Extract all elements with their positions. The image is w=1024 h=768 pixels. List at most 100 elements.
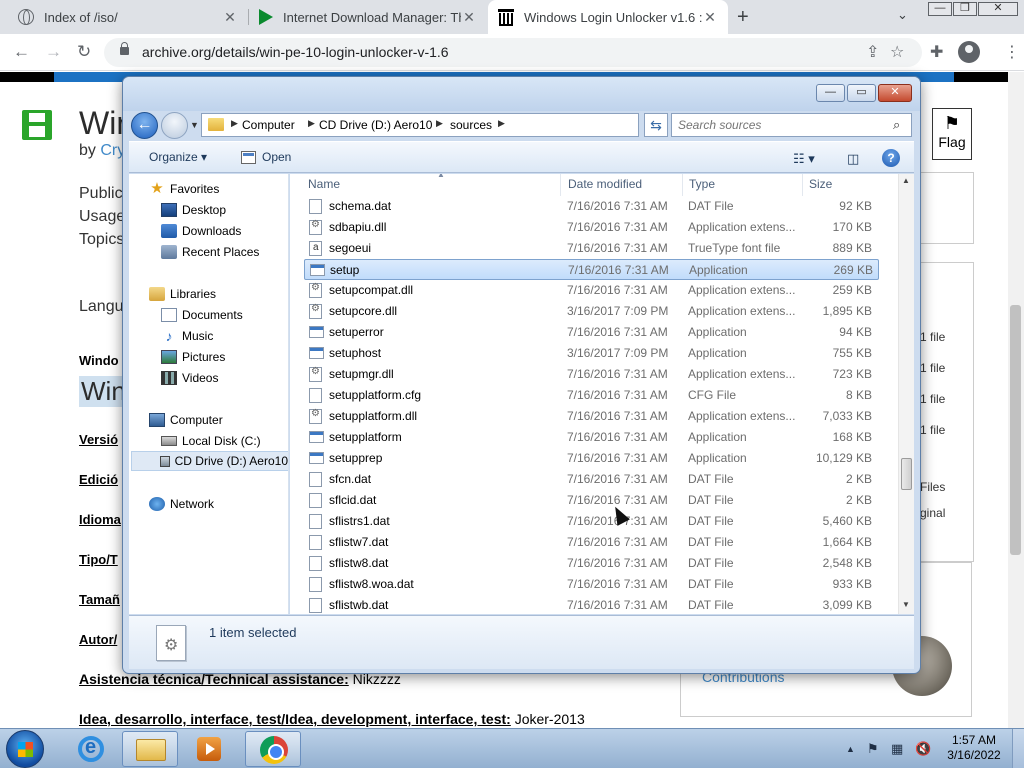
nav-network[interactable]: Network bbox=[149, 494, 214, 514]
browser-minimize-button[interactable]: — bbox=[928, 2, 952, 16]
browser-restore-button[interactable]: ❐ bbox=[953, 2, 977, 16]
file-row[interactable]: sflcid.dat 7/16/2016 7:31 AM DAT File 2 KB bbox=[304, 490, 879, 511]
column-header-type[interactable]: Type bbox=[683, 174, 803, 196]
help-icon[interactable]: ? bbox=[882, 149, 900, 167]
breadcrumb-separator[interactable]: ▶ bbox=[308, 118, 315, 129]
download-count[interactable]: 1 file bbox=[920, 330, 945, 344]
nav-local-disk[interactable]: Local Disk (C:) bbox=[161, 431, 261, 451]
file-list-scrollbar-thumb[interactable] bbox=[901, 458, 912, 490]
column-header-name[interactable]: Name ▲ bbox=[302, 174, 561, 196]
nav-cd-drive[interactable]: CD Drive (D:) Aero10 bbox=[131, 451, 288, 471]
new-tab-button[interactable]: + bbox=[737, 6, 749, 29]
nav-recent-places[interactable]: Recent Places bbox=[161, 242, 259, 262]
file-row[interactable]: setupcompat.dll 7/16/2016 7:31 AM Applicat… bbox=[304, 280, 879, 301]
explorer-address-bar[interactable]: ▶ Computer ▶ CD Drive (D:) Aero10 ▶ sour… bbox=[201, 113, 713, 137]
tab-windows-login-unlocker[interactable]: Windows Login Unlocker v1.6 : C ✕ bbox=[488, 0, 728, 34]
explorer-forward-button[interactable] bbox=[161, 112, 188, 139]
nav-desktop[interactable]: Desktop bbox=[161, 200, 226, 220]
open-icon[interactable] bbox=[241, 151, 256, 164]
download-count[interactable]: 1 file bbox=[920, 423, 945, 437]
breadcrumb-separator[interactable]: ▶ bbox=[231, 118, 238, 129]
scroll-up-arrow-icon[interactable]: ▲ bbox=[902, 176, 910, 185]
tab-idm[interactable]: Internet Download Manager: The ✕ bbox=[249, 0, 487, 34]
start-button[interactable] bbox=[6, 730, 44, 768]
tab-index-iso[interactable]: Index of /iso/ ✕ bbox=[8, 0, 248, 34]
breadcrumb-computer[interactable]: Computer bbox=[242, 118, 295, 132]
organize-button[interactable]: Organize ▾ bbox=[149, 150, 207, 164]
close-tab-icon[interactable]: ✕ bbox=[461, 9, 477, 26]
file-row[interactable]: sflistwb.dat 7/16/2016 7:31 AM DAT File 3,0… bbox=[304, 595, 879, 614]
network-tray-icon[interactable]: ▦ bbox=[891, 741, 903, 757]
all-files-link[interactable]: Files bbox=[920, 480, 945, 494]
breadcrumb-separator[interactable]: ▶ bbox=[436, 118, 443, 129]
file-row[interactable]: sdbapiu.dll 7/16/2016 7:31 AM Application … bbox=[304, 217, 879, 238]
column-header-date[interactable]: Date modified bbox=[562, 174, 683, 196]
file-row[interactable]: segoeui 7/16/2016 7:31 AM TrueType font fi… bbox=[304, 238, 879, 259]
extensions-icon[interactable]: ✚ bbox=[930, 42, 943, 62]
file-row[interactable]: setuperror 7/16/2016 7:31 AM Application 94… bbox=[304, 322, 879, 343]
file-row[interactable]: sfcn.dat 7/16/2016 7:31 AM DAT File 2 KB bbox=[304, 469, 879, 490]
explorer-maximize-button[interactable]: ▭ bbox=[847, 84, 876, 102]
scroll-down-arrow-icon[interactable]: ▼ bbox=[902, 600, 910, 609]
file-row[interactable]: setuphost 3/16/2017 7:09 PM Application 755… bbox=[304, 343, 879, 364]
url-text[interactable]: archive.org/details/win-pe-10-login-unlo… bbox=[142, 44, 449, 60]
nav-music[interactable]: ♪ Music bbox=[161, 326, 214, 346]
show-hidden-icons-icon[interactable]: ▲ bbox=[846, 744, 855, 754]
forward-button[interactable]: → bbox=[45, 42, 62, 62]
search-input[interactable] bbox=[678, 117, 878, 133]
system-clock[interactable]: 1:57 AM 3/16/2022 bbox=[944, 733, 1004, 763]
breadcrumb-separator[interactable]: ▶ bbox=[498, 118, 505, 129]
nav-documents[interactable]: Documents bbox=[161, 305, 243, 325]
download-count[interactable]: 1 file bbox=[920, 361, 945, 375]
original-link[interactable]: ginal bbox=[920, 506, 945, 520]
address-bar[interactable]: archive.org/details/win-pe-10-login-unlo… bbox=[104, 38, 922, 67]
share-icon[interactable]: ⇪ bbox=[866, 42, 879, 62]
profile-avatar-icon[interactable] bbox=[958, 41, 980, 63]
breadcrumb-cd-drive[interactable]: CD Drive (D:) Aero10 bbox=[319, 118, 432, 132]
file-row[interactable]: setupprep 7/16/2016 7:31 AM Application 10,… bbox=[304, 448, 879, 469]
file-row[interactable]: setupmgr.dll 7/16/2016 7:31 AM Application… bbox=[304, 364, 879, 385]
browser-close-button[interactable]: ✕ bbox=[978, 2, 1018, 16]
file-row[interactable]: sflistrs1.dat 7/16/2016 7:31 AM DAT File 5,… bbox=[304, 511, 879, 532]
file-list-scrollbar[interactable]: ▲ ▼ bbox=[898, 174, 914, 614]
nav-downloads[interactable]: Downloads bbox=[161, 221, 241, 241]
download-count[interactable]: 1 file bbox=[920, 392, 945, 406]
reload-button[interactable]: ↻ bbox=[77, 42, 91, 62]
nav-pictures[interactable]: Pictures bbox=[161, 347, 225, 367]
flag-button[interactable]: ⚑ Flag bbox=[932, 108, 972, 160]
nav-computer[interactable]: Computer bbox=[149, 410, 223, 430]
action-center-flag-icon[interactable]: ⚑ bbox=[867, 741, 879, 757]
nav-libraries[interactable]: Libraries bbox=[149, 284, 216, 304]
explorer-minimize-button[interactable]: — bbox=[816, 84, 845, 102]
file-row[interactable]: setupplatform 7/16/2016 7:31 AM Applicatio… bbox=[304, 427, 879, 448]
file-row[interactable]: setupplatform.cfg 7/16/2016 7:31 AM CFG Fi… bbox=[304, 385, 879, 406]
page-scrollbar-thumb[interactable] bbox=[1010, 305, 1021, 555]
file-row[interactable]: sflistw8.dat 7/16/2016 7:31 AM DAT File 2,5… bbox=[304, 553, 879, 574]
file-row[interactable]: setupcore.dll 3/16/2017 7:09 PM Applicatio… bbox=[304, 301, 879, 322]
tab-search-button[interactable]: ⌄ bbox=[897, 7, 908, 23]
file-row[interactable]: sflistw8.woa.dat 7/16/2016 7:31 AM DAT Fil… bbox=[304, 574, 879, 595]
recent-pages-dropdown[interactable]: ▼ bbox=[190, 120, 199, 130]
explorer-search-box[interactable]: ⌕ bbox=[671, 113, 912, 137]
search-icon[interactable]: ⌕ bbox=[893, 117, 900, 133]
explorer-close-button[interactable]: ✕ bbox=[878, 84, 912, 102]
preview-pane-icon[interactable]: ◫ bbox=[847, 151, 859, 167]
back-button[interactable]: ← bbox=[13, 42, 30, 62]
file-row[interactable]: schema.dat 7/16/2016 7:31 AM DAT File 92 KB bbox=[304, 196, 879, 217]
menu-kebab-icon[interactable]: ⋮ bbox=[1004, 42, 1020, 62]
file-row[interactable]: setupplatform.dll 7/16/2016 7:31 AM Applic… bbox=[304, 406, 879, 427]
volume-muted-icon[interactable]: 🔇 bbox=[915, 741, 931, 757]
taskbar-media-player[interactable] bbox=[182, 731, 238, 767]
explorer-back-button[interactable]: ← bbox=[131, 112, 158, 139]
show-desktop-button[interactable] bbox=[1012, 729, 1024, 768]
explorer-refresh-button[interactable]: ⇆ bbox=[644, 113, 668, 137]
taskbar-windows-explorer[interactable] bbox=[122, 731, 178, 767]
taskbar-internet-explorer[interactable] bbox=[62, 731, 118, 767]
breadcrumb-sources[interactable]: sources bbox=[450, 118, 492, 132]
lock-icon[interactable] bbox=[120, 42, 129, 55]
file-row[interactable]: setup 7/16/2016 7:31 AM Application 269 KB bbox=[304, 259, 879, 280]
open-button[interactable]: Open bbox=[262, 150, 291, 164]
nav-videos[interactable]: Videos bbox=[161, 368, 218, 388]
nav-favorites[interactable]: ★ Favorites bbox=[149, 179, 219, 199]
file-row[interactable]: sflistw7.dat 7/16/2016 7:31 AM DAT File 1,6… bbox=[304, 532, 879, 553]
